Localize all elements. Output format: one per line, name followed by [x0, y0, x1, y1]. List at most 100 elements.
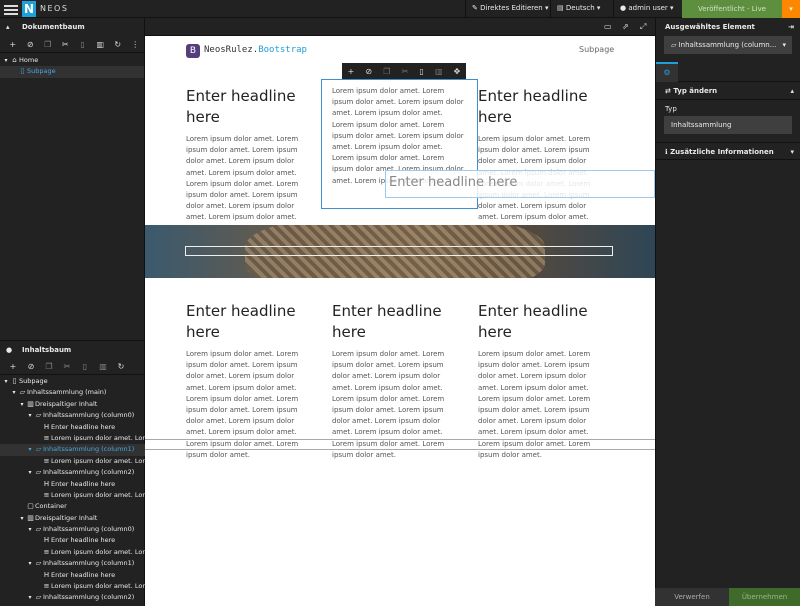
chevron-down-icon[interactable]: ▾ — [2, 376, 10, 387]
delete-icon[interactable]: ▥ — [94, 362, 112, 371]
type-select[interactable]: Inhaltssammlung — [664, 116, 792, 134]
refresh-icon[interactable]: ↻ — [112, 362, 130, 371]
delete-icon[interactable]: ▥ — [435, 67, 443, 76]
column-0[interactable]: Enter headline here Lorem ipsum dolor am… — [186, 301, 312, 461]
tree-node[interactable]: HEnter headline here — [0, 479, 145, 490]
column-2[interactable]: Enter headline here Lorem ipsum dolor am… — [478, 301, 604, 461]
chevron-down-icon[interactable]: ▾ — [26, 410, 34, 421]
discard-button[interactable]: Verwerfen — [655, 588, 729, 606]
copy-icon[interactable]: ❐ — [383, 67, 390, 76]
add-icon[interactable]: + — [4, 40, 22, 49]
tree-node[interactable]: HEnter headline here — [0, 535, 145, 546]
publish-menu-button[interactable]: ▾ — [782, 0, 800, 18]
cut-icon[interactable]: ✂ — [402, 67, 409, 76]
neos-logo: N — [22, 1, 36, 17]
chevron-down-icon[interactable]: ▾ — [10, 387, 18, 398]
cut-icon[interactable]: ✂ — [57, 40, 75, 49]
fullscreen-icon[interactable]: ⤢ — [640, 22, 646, 32]
chevron-down-icon[interactable]: ▾ — [26, 524, 34, 535]
column-1[interactable]: Enter headline here Lorem ipsum dolor am… — [332, 301, 458, 461]
language-icon: ▤ — [557, 4, 564, 12]
container-element[interactable] — [145, 439, 655, 450]
chevron-down-icon[interactable]: ▾ — [2, 55, 10, 66]
hide-icon[interactable]: ⊘ — [365, 67, 372, 76]
paste-icon[interactable]: ▯ — [74, 40, 92, 49]
tree-node[interactable]: ▾ ▱ Inhaltssammlung (column1) — [0, 444, 145, 456]
cut-icon[interactable]: ✂ — [58, 362, 76, 371]
tree-node[interactable]: ≡ Lorem ipsum dolor amet. Lorem ipsum — [0, 581, 177, 592]
hero-placeholder-bar[interactable] — [185, 246, 613, 256]
chevron-down-icon[interactable]: ▾ — [26, 558, 34, 569]
tree-node[interactable]: ▾ ▱ Inhaltssammlung (column0) — [0, 524, 145, 535]
tree-node[interactable]: ≡ Lorem ipsum dolor amet. Lorem ipsum — [0, 490, 177, 501]
tree-node[interactable]: ▾ ▱ Inhaltssammlung (column2) — [0, 592, 145, 603]
tree-node[interactable]: ▾ ▱ Inhaltssammlung (column0) — [0, 410, 145, 421]
site-name-suffix: Bootstrap — [258, 45, 307, 55]
headline-icon: H — [43, 570, 50, 579]
column-0[interactable]: Enter headline here Lorem ipsum dolor am… — [186, 86, 312, 246]
site-logo[interactable]: B — [186, 44, 200, 58]
column-2[interactable]: Enter headline here Lorem ipsum dolor am… — [478, 86, 604, 246]
headline[interactable]: Enter headline here — [332, 301, 458, 343]
chevron-down-icon[interactable]: ▾ — [18, 513, 26, 524]
add-icon[interactable]: + — [348, 67, 355, 76]
tree-node-label: Subpage — [27, 67, 56, 76]
add-icon[interactable]: + — [4, 362, 22, 371]
inspector-tabs: ⚙ — [656, 62, 800, 82]
copy-icon[interactable]: ❐ — [40, 362, 58, 371]
text-icon: ≡ — [43, 433, 50, 442]
nav-link-subpage[interactable]: Subpage — [579, 45, 614, 54]
chevron-down-icon[interactable]: ▾ — [18, 399, 26, 410]
user-dropdown[interactable]: ● admin user ▾ — [620, 4, 674, 12]
more-icon[interactable]: ⋮ — [127, 40, 145, 49]
chevron-down-icon[interactable]: ▾ — [26, 444, 34, 455]
change-type-section-header[interactable]: ⇄ Typ ändern ▴ — [656, 82, 800, 100]
hide-icon[interactable]: ⊘ — [22, 362, 40, 371]
copy-icon[interactable]: ❐ — [39, 40, 57, 49]
headline[interactable]: Enter headline here — [186, 301, 312, 343]
collapse-icon[interactable]: ⇥ — [788, 18, 794, 36]
hide-icon[interactable]: ⊘ — [22, 40, 40, 49]
language-dropdown[interactable]: ▤ Deutsch ▾ — [557, 4, 600, 12]
tab-settings[interactable]: ⚙ — [656, 62, 678, 82]
tree-node[interactable]: ▾ ▱ Inhaltssammlung (main) — [0, 387, 145, 398]
chevron-down-icon[interactable]: ▾ — [26, 592, 34, 603]
content-tree-header[interactable]: ● Inhaltsbaum — [0, 340, 145, 358]
publish-button[interactable]: Veröffentlicht - Live — [682, 0, 782, 18]
edit-mode-dropdown[interactable]: ✎ Direktes Editieren ▾ — [472, 4, 548, 12]
tree-node[interactable]: ▾ ▯ Subpage — [0, 376, 145, 387]
columns-icon: ▥ — [27, 513, 34, 522]
inline-headline-editor[interactable]: Enter headline here — [385, 170, 655, 198]
apply-button[interactable]: Übernehmen — [729, 588, 800, 606]
preview-mode-icon[interactable]: ▭ — [604, 22, 612, 31]
chevron-up-icon[interactable]: ▴ — [6, 18, 10, 36]
delete-icon[interactable]: ▥ — [92, 40, 110, 49]
menu-icon[interactable] — [4, 3, 18, 15]
tree-node[interactable]: ▢Container — [0, 501, 145, 512]
tree-node[interactable]: ≡ Lorem ipsum dolor amet. Lorem ipsum — [0, 547, 177, 558]
tree-node[interactable]: HEnter headline here — [0, 422, 145, 433]
chevron-down-icon[interactable]: ▾ — [26, 467, 34, 478]
headline[interactable]: Enter headline here — [478, 301, 604, 343]
headline[interactable]: Enter headline here — [186, 86, 312, 128]
paste-icon[interactable]: ▯ — [76, 362, 94, 371]
tree-node[interactable]: ▾ ▥Dreispaltiger Inhalt — [0, 513, 145, 524]
additional-info-section-header[interactable]: ℹ Zusätzliche Informationen ▾ — [656, 142, 800, 160]
refresh-icon[interactable]: ↻ — [109, 40, 127, 49]
chevron-down-icon[interactable]: ● — [6, 341, 12, 359]
tree-node[interactable]: ▾ ▥Dreispaltiger Inhalt — [0, 399, 145, 410]
tree-node[interactable]: ▾ ▱ Inhaltssammlung (column2) — [0, 467, 145, 478]
paste-icon[interactable]: ▯ — [419, 67, 423, 76]
tree-node[interactable]: ≡ Lorem ipsum dolor amet. Lorem ipsum — [0, 433, 177, 444]
tree-node[interactable]: ▾ ⌂ Home — [0, 55, 144, 66]
headline[interactable]: Enter headline here — [478, 86, 604, 128]
site-name[interactable]: NeosRulez.Bootstrap — [204, 45, 307, 55]
drag-icon[interactable]: ✥ — [454, 67, 461, 76]
external-link-icon[interactable]: ⇗ — [622, 22, 629, 31]
document-tree-header[interactable]: ▴ Dokumentbaum — [0, 18, 144, 36]
selected-element-select[interactable]: ▱ Inhaltssammlung (column... ▾ — [664, 36, 792, 54]
tree-node[interactable]: ▾ ▱ Inhaltssammlung (column1) — [0, 558, 145, 569]
tree-node[interactable]: HEnter headline here — [0, 570, 145, 581]
tree-node[interactable]: ▯ Subpage — [0, 66, 144, 78]
tree-node[interactable]: ≡ Lorem ipsum dolor amet. Lorem ipsum — [0, 456, 177, 467]
